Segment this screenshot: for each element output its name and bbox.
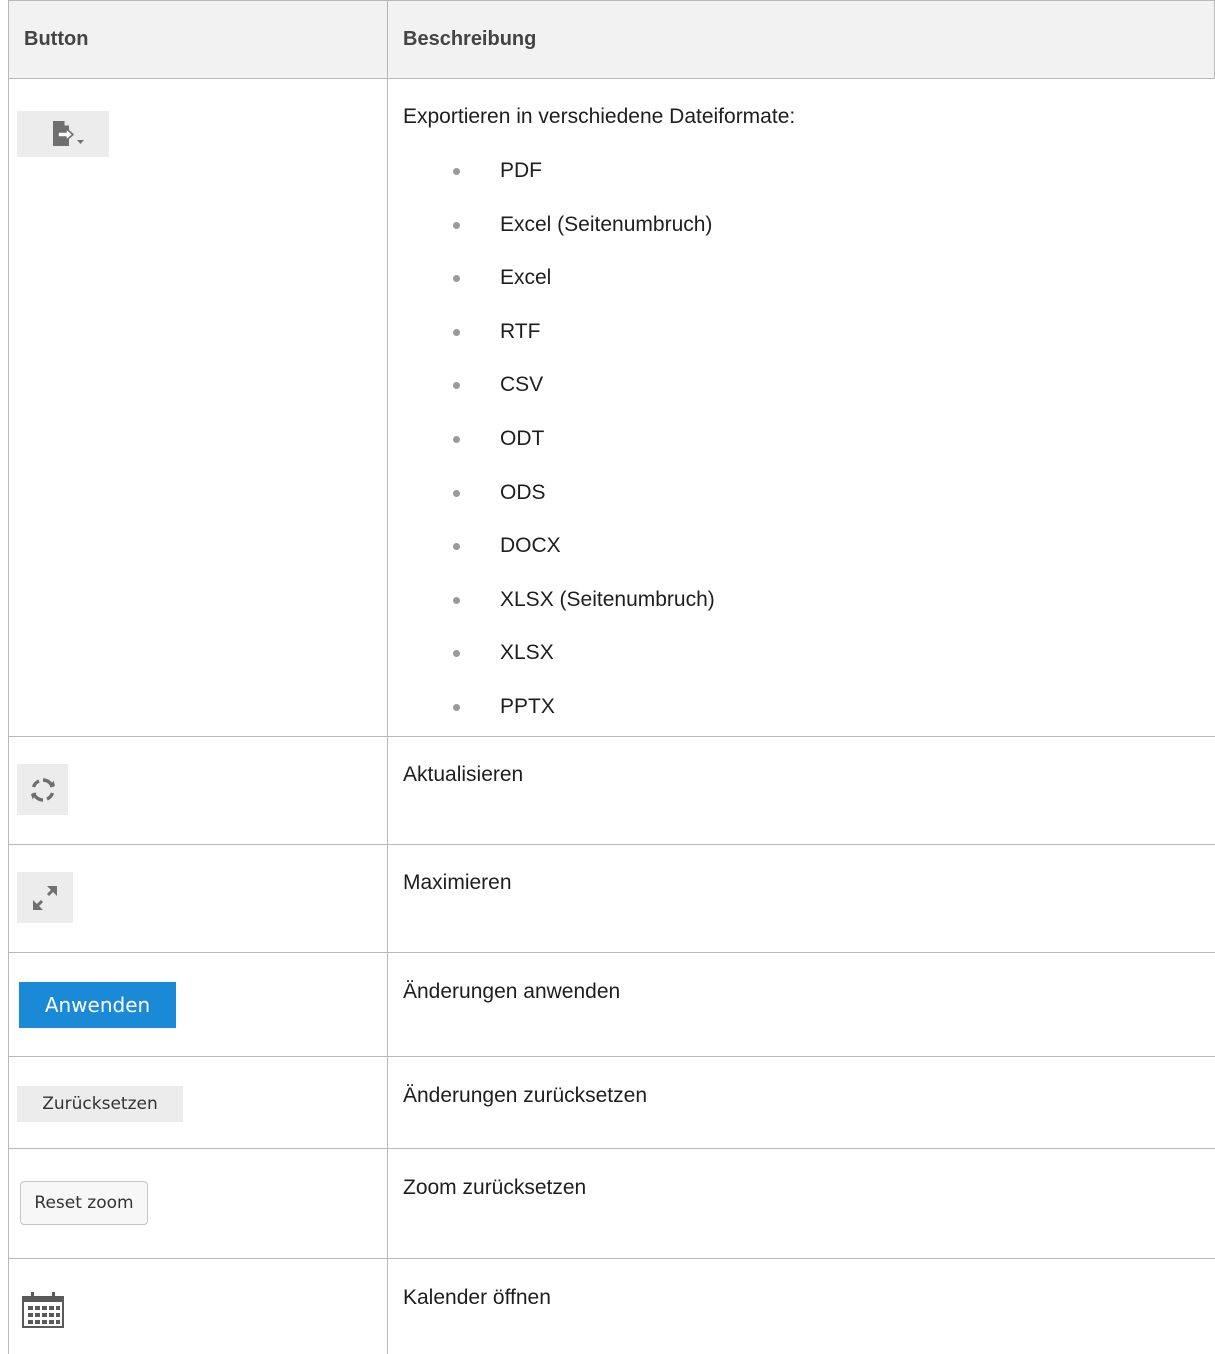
format-label: XLSX (Seitenumbruch) bbox=[500, 587, 715, 611]
reset-zoom-description: Zoom zurücksetzen bbox=[403, 1176, 587, 1199]
calendar-description: Kalender öffnen bbox=[403, 1286, 551, 1309]
format-label: PDF bbox=[500, 159, 542, 182]
maximize-description: Maximieren bbox=[403, 871, 512, 894]
list-item: PDF bbox=[453, 156, 715, 210]
format-label: CSV bbox=[500, 373, 544, 397]
format-label: ODS bbox=[500, 480, 546, 504]
divider bbox=[8, 0, 9, 1354]
export-format-list: PDF Excel (Seitenumbruch) Excel RTF CSV … bbox=[453, 156, 715, 746]
export-icon bbox=[53, 121, 84, 146]
list-item: RTF bbox=[453, 317, 715, 371]
export-description: Exportieren in verschiedene Dateiformate… bbox=[403, 105, 796, 128]
apply-description: Änderungen anwenden bbox=[403, 980, 621, 1003]
refresh-icon bbox=[30, 777, 55, 802]
divider bbox=[8, 78, 1215, 79]
list-item: XLSX (Seitenumbruch) bbox=[453, 585, 715, 639]
list-item: ODT bbox=[453, 424, 715, 478]
format-label: XLSX bbox=[500, 641, 554, 665]
maximize-button[interactable] bbox=[17, 872, 73, 923]
bullet bbox=[453, 489, 460, 497]
divider bbox=[387, 0, 388, 1354]
divider bbox=[8, 0, 1215, 1]
divider bbox=[8, 1056, 1215, 1057]
calendar-icon bbox=[22, 1292, 64, 1328]
apply-button[interactable]: Anwenden bbox=[19, 982, 176, 1028]
list-item: PPTX bbox=[453, 692, 715, 746]
divider bbox=[8, 844, 1215, 845]
divider bbox=[8, 1258, 1215, 1259]
list-item: Excel bbox=[453, 263, 715, 317]
list-item: XLSX bbox=[453, 638, 715, 692]
format-label: RTF bbox=[500, 319, 541, 343]
list-item: DOCX bbox=[453, 531, 715, 585]
bullet bbox=[453, 221, 460, 229]
bullet bbox=[453, 275, 460, 283]
format-label: Excel (Seitenumbruch) bbox=[500, 212, 713, 236]
reset-description: Änderungen zurücksetzen bbox=[403, 1084, 647, 1107]
maximize-icon bbox=[33, 885, 57, 910]
table-header bbox=[8, 0, 1215, 78]
divider bbox=[8, 1148, 1215, 1149]
header-description: Beschreibung bbox=[403, 28, 537, 50]
bullet bbox=[453, 650, 460, 658]
bullet bbox=[453, 168, 460, 175]
bullet bbox=[453, 596, 460, 604]
calendar-button[interactable] bbox=[19, 1289, 67, 1329]
export-button[interactable] bbox=[17, 111, 109, 157]
bullet bbox=[453, 543, 460, 551]
format-label: ODT bbox=[500, 426, 545, 450]
refresh-button[interactable] bbox=[17, 764, 68, 815]
reset-button[interactable]: Zurücksetzen bbox=[17, 1086, 183, 1122]
divider bbox=[8, 952, 1215, 953]
bullet bbox=[453, 703, 460, 711]
format-label: Excel bbox=[500, 266, 552, 290]
refresh-description: Aktualisieren bbox=[403, 763, 524, 786]
bullet bbox=[453, 382, 460, 390]
bullet bbox=[453, 328, 460, 336]
format-label: PPTX bbox=[500, 694, 555, 718]
button-reference-table: Button Beschreibung Exportieren in versc… bbox=[8, 0, 1215, 1354]
list-item: CSV bbox=[453, 370, 715, 424]
format-label: DOCX bbox=[500, 534, 561, 558]
header-button: Button bbox=[24, 28, 89, 50]
list-item: ODS bbox=[453, 478, 715, 532]
bullet bbox=[453, 435, 460, 443]
list-item: Excel (Seitenumbruch) bbox=[453, 210, 715, 264]
reset-zoom-button[interactable]: Reset zoom bbox=[20, 1181, 148, 1225]
